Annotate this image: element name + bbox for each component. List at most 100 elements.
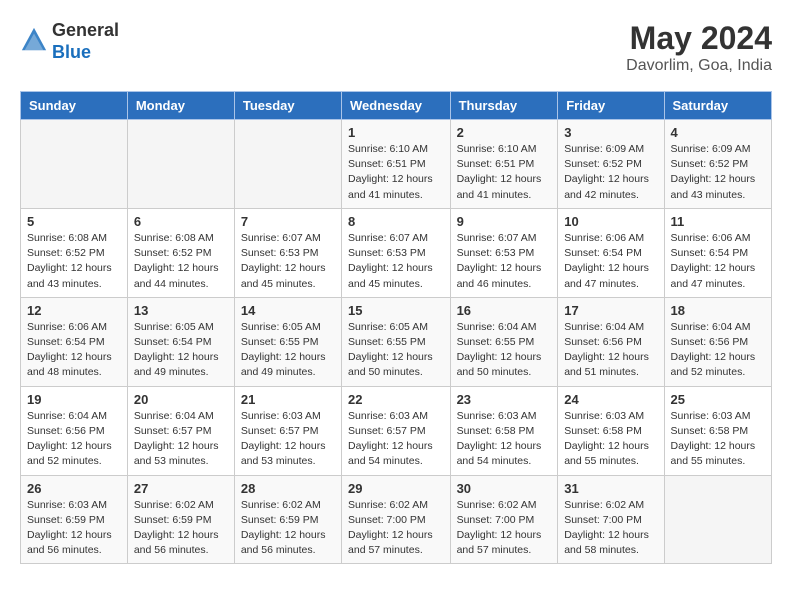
day-number: 24 bbox=[564, 392, 657, 407]
calendar-cell: 22 Sunrise: 6:03 AMSunset: 6:57 PMDayligh… bbox=[342, 386, 451, 475]
day-info: Sunrise: 6:04 AMSunset: 6:55 PMDaylight:… bbox=[457, 320, 552, 381]
calendar-table: SundayMondayTuesdayWednesdayThursdayFrid… bbox=[20, 91, 772, 564]
day-number: 13 bbox=[134, 303, 228, 318]
calendar-cell: 5 Sunrise: 6:08 AMSunset: 6:52 PMDaylight… bbox=[21, 208, 128, 297]
day-number: 27 bbox=[134, 481, 228, 496]
day-number: 7 bbox=[241, 214, 335, 229]
day-number: 22 bbox=[348, 392, 444, 407]
day-info: Sunrise: 6:03 AMSunset: 6:58 PMDaylight:… bbox=[564, 409, 657, 470]
logo: General Blue bbox=[20, 20, 119, 63]
calendar-cell: 9 Sunrise: 6:07 AMSunset: 6:53 PMDaylight… bbox=[450, 208, 558, 297]
day-info: Sunrise: 6:08 AMSunset: 6:52 PMDaylight:… bbox=[27, 231, 121, 292]
day-number: 12 bbox=[27, 303, 121, 318]
day-info: Sunrise: 6:03 AMSunset: 6:57 PMDaylight:… bbox=[241, 409, 335, 470]
day-number: 2 bbox=[457, 125, 552, 140]
calendar-week-row: 5 Sunrise: 6:08 AMSunset: 6:52 PMDaylight… bbox=[21, 208, 772, 297]
logo-blue-text: Blue bbox=[52, 42, 119, 64]
calendar-cell: 4Sunrise: 6:09 AMSunset: 6:52 PMDaylight… bbox=[664, 120, 771, 209]
day-number: 8 bbox=[348, 214, 444, 229]
logo-general-text: General bbox=[52, 20, 119, 42]
day-info: Sunrise: 6:07 AMSunset: 6:53 PMDaylight:… bbox=[241, 231, 335, 292]
calendar-cell: 13 Sunrise: 6:05 AMSunset: 6:54 PMDayligh… bbox=[127, 297, 234, 386]
day-number: 31 bbox=[564, 481, 657, 496]
calendar-cell bbox=[21, 120, 128, 209]
calendar-header-row: SundayMondayTuesdayWednesdayThursdayFrid… bbox=[21, 92, 772, 120]
title-area: May 2024 Davorlim, Goa, India bbox=[626, 20, 772, 75]
calendar-cell: 12 Sunrise: 6:06 AMSunset: 6:54 PMDayligh… bbox=[21, 297, 128, 386]
calendar-week-row: 26Sunrise: 6:03 AMSunset: 6:59 PMDayligh… bbox=[21, 475, 772, 564]
day-number: 10 bbox=[564, 214, 657, 229]
calendar-header-sunday: Sunday bbox=[21, 92, 128, 120]
location-text: Davorlim, Goa, India bbox=[626, 57, 772, 75]
day-info: Sunrise: 6:05 AMSunset: 6:55 PMDaylight:… bbox=[241, 320, 335, 381]
calendar-cell: 6Sunrise: 6:08 AMSunset: 6:52 PMDaylight… bbox=[127, 208, 234, 297]
day-info: Sunrise: 6:03 AMSunset: 6:59 PMDaylight:… bbox=[27, 498, 121, 559]
day-number: 23 bbox=[457, 392, 552, 407]
calendar-header-thursday: Thursday bbox=[450, 92, 558, 120]
day-info: Sunrise: 6:10 AMSunset: 6:51 PMDaylight:… bbox=[348, 142, 444, 203]
day-info: Sunrise: 6:03 AMSunset: 6:57 PMDaylight:… bbox=[348, 409, 444, 470]
calendar-week-row: 12 Sunrise: 6:06 AMSunset: 6:54 PMDayligh… bbox=[21, 297, 772, 386]
calendar-cell: 18 Sunrise: 6:04 AMSunset: 6:56 PMDayligh… bbox=[664, 297, 771, 386]
calendar-cell: 24 Sunrise: 6:03 AMSunset: 6:58 PMDayligh… bbox=[558, 386, 664, 475]
calendar-header-friday: Friday bbox=[558, 92, 664, 120]
day-info: Sunrise: 6:05 AMSunset: 6:54 PMDaylight:… bbox=[134, 320, 228, 381]
logo-icon bbox=[20, 26, 48, 54]
calendar-cell: 29Sunrise: 6:02 AMSunset: 7:00 PMDayligh… bbox=[342, 475, 451, 564]
calendar-cell: 23Sunrise: 6:03 AMSunset: 6:58 PMDayligh… bbox=[450, 386, 558, 475]
day-info: Sunrise: 6:08 AMSunset: 6:52 PMDaylight:… bbox=[134, 231, 228, 292]
calendar-cell: 14 Sunrise: 6:05 AMSunset: 6:55 PMDayligh… bbox=[234, 297, 341, 386]
calendar-cell: 20 Sunrise: 6:04 AMSunset: 6:57 PMDayligh… bbox=[127, 386, 234, 475]
day-number: 28 bbox=[241, 481, 335, 496]
calendar-cell: 21 Sunrise: 6:03 AMSunset: 6:57 PMDayligh… bbox=[234, 386, 341, 475]
day-number: 18 bbox=[671, 303, 765, 318]
day-number: 1 bbox=[348, 125, 444, 140]
calendar-cell: 3Sunrise: 6:09 AMSunset: 6:52 PMDaylight… bbox=[558, 120, 664, 209]
day-info: Sunrise: 6:07 AMSunset: 6:53 PMDaylight:… bbox=[348, 231, 444, 292]
day-info: Sunrise: 6:06 AMSunset: 6:54 PMDaylight:… bbox=[27, 320, 121, 381]
day-info: Sunrise: 6:05 AMSunset: 6:55 PMDaylight:… bbox=[348, 320, 444, 381]
day-number: 5 bbox=[27, 214, 121, 229]
day-number: 20 bbox=[134, 392, 228, 407]
day-info: Sunrise: 6:04 AMSunset: 6:56 PMDaylight:… bbox=[564, 320, 657, 381]
page-header: General Blue May 2024 Davorlim, Goa, Ind… bbox=[20, 20, 772, 75]
month-title: May 2024 bbox=[626, 20, 772, 57]
calendar-cell: 1 Sunrise: 6:10 AMSunset: 6:51 PMDaylight… bbox=[342, 120, 451, 209]
calendar-cell: 8 Sunrise: 6:07 AMSunset: 6:53 PMDaylight… bbox=[342, 208, 451, 297]
day-info: Sunrise: 6:06 AMSunset: 6:54 PMDaylight:… bbox=[564, 231, 657, 292]
day-number: 3 bbox=[564, 125, 657, 140]
day-number: 21 bbox=[241, 392, 335, 407]
calendar-cell: 25Sunrise: 6:03 AMSunset: 6:58 PMDayligh… bbox=[664, 386, 771, 475]
day-number: 15 bbox=[348, 303, 444, 318]
calendar-header-wednesday: Wednesday bbox=[342, 92, 451, 120]
calendar-header-saturday: Saturday bbox=[664, 92, 771, 120]
day-info: Sunrise: 6:04 AMSunset: 6:56 PMDaylight:… bbox=[671, 320, 765, 381]
calendar-cell: 31 Sunrise: 6:02 AMSunset: 7:00 PMDayligh… bbox=[558, 475, 664, 564]
day-number: 17 bbox=[564, 303, 657, 318]
calendar-cell: 17 Sunrise: 6:04 AMSunset: 6:56 PMDayligh… bbox=[558, 297, 664, 386]
calendar-week-row: 19Sunrise: 6:04 AMSunset: 6:56 PMDayligh… bbox=[21, 386, 772, 475]
day-number: 14 bbox=[241, 303, 335, 318]
calendar-header-tuesday: Tuesday bbox=[234, 92, 341, 120]
day-info: Sunrise: 6:07 AMSunset: 6:53 PMDaylight:… bbox=[457, 231, 552, 292]
calendar-cell: 26Sunrise: 6:03 AMSunset: 6:59 PMDayligh… bbox=[21, 475, 128, 564]
day-number: 16 bbox=[457, 303, 552, 318]
day-info: Sunrise: 6:04 AMSunset: 6:57 PMDaylight:… bbox=[134, 409, 228, 470]
day-number: 9 bbox=[457, 214, 552, 229]
day-number: 4 bbox=[671, 125, 765, 140]
calendar-cell: 10 Sunrise: 6:06 AMSunset: 6:54 PMDayligh… bbox=[558, 208, 664, 297]
calendar-cell: 19Sunrise: 6:04 AMSunset: 6:56 PMDayligh… bbox=[21, 386, 128, 475]
day-info: Sunrise: 6:03 AMSunset: 6:58 PMDaylight:… bbox=[671, 409, 765, 470]
calendar-cell: 30Sunrise: 6:02 AMSunset: 7:00 PMDayligh… bbox=[450, 475, 558, 564]
calendar-cell: 27 Sunrise: 6:02 AMSunset: 6:59 PMDayligh… bbox=[127, 475, 234, 564]
calendar-body: 1 Sunrise: 6:10 AMSunset: 6:51 PMDaylight… bbox=[21, 120, 772, 564]
day-info: Sunrise: 6:02 AMSunset: 7:00 PMDaylight:… bbox=[348, 498, 444, 559]
day-info: Sunrise: 6:02 AMSunset: 7:00 PMDaylight:… bbox=[564, 498, 657, 559]
calendar-cell: 7 Sunrise: 6:07 AMSunset: 6:53 PMDaylight… bbox=[234, 208, 341, 297]
day-info: Sunrise: 6:02 AMSunset: 6:59 PMDaylight:… bbox=[134, 498, 228, 559]
day-info: Sunrise: 6:06 AMSunset: 6:54 PMDaylight:… bbox=[671, 231, 765, 292]
calendar-cell: 16 Sunrise: 6:04 AMSunset: 6:55 PMDayligh… bbox=[450, 297, 558, 386]
calendar-cell bbox=[234, 120, 341, 209]
calendar-cell bbox=[664, 475, 771, 564]
calendar-cell: 11Sunrise: 6:06 AMSunset: 6:54 PMDayligh… bbox=[664, 208, 771, 297]
